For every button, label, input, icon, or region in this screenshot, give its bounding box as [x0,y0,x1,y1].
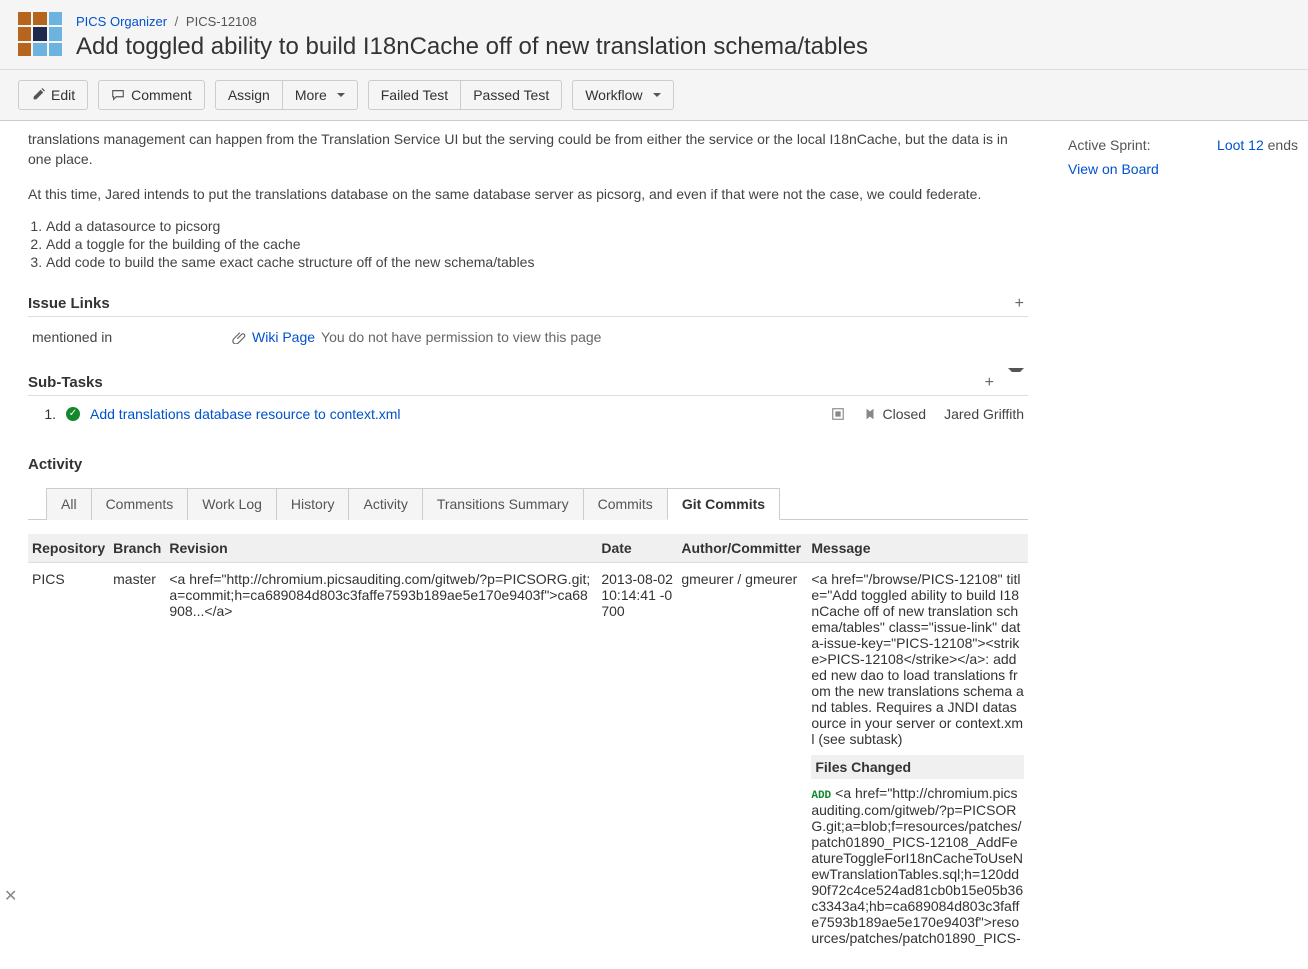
breadcrumb: PICS Organizer / PICS-12108 [76,12,868,29]
tab-git-commits[interactable]: Git Commits [667,488,780,520]
description-para: translations management can happen from … [28,129,1028,170]
assign-button[interactable]: Assign [215,80,283,110]
project-avatar [18,12,62,56]
cell-revision: <a href="http://chromium.picsauditing.co… [165,562,597,950]
activity-tabs: All Comments Work Log History Activity T… [28,487,1028,520]
cell-date: 2013-08-02 10:14:41 -0700 [597,562,677,950]
view-on-board-link[interactable]: View on Board [1068,161,1159,177]
cell-repo: PICS [28,562,109,950]
activity-module: Activity All Comments Work Log History A… [28,456,1028,950]
subtask-row: 1. ✓ Add translations database resource … [28,396,1028,432]
tab-history[interactable]: History [276,488,350,520]
col-branch: Branch [109,534,165,563]
cell-author: gmeurer / gmeurer [677,562,807,950]
add-subtask-icon[interactable]: + [981,373,998,393]
permission-note: You do not have permission to view this … [321,329,601,345]
subtasks-module: Sub-Tasks + 1. ✓ Add translations databa… [28,373,1028,432]
description: translations management can happen from … [28,129,1028,270]
active-sprint-label: Active Sprint: [1068,137,1150,153]
chevron-down-icon [337,93,345,97]
add-link-icon[interactable]: + [1011,294,1028,314]
tab-transitions[interactable]: Transitions Summary [422,488,584,520]
passed-test-button[interactable]: Passed Test [461,80,562,110]
issue-links-header: Issue Links [28,295,1011,312]
col-revision: Revision [165,534,597,563]
subtask-type-icon [831,407,845,421]
project-link[interactable]: PICS Organizer [76,14,167,29]
more-button[interactable]: More [283,80,358,110]
col-repository: Repository [28,534,109,563]
description-list-item: Add a datasource to picsorg [46,218,1028,234]
issue-links-module: Issue Links + mentioned in Wiki Page You… [28,294,1028,349]
link-type: mentioned in [32,329,232,345]
issue-link-row: mentioned in Wiki Page You do not have p… [28,317,1028,349]
attachment-icon [232,330,246,344]
activity-header: Activity [28,456,1028,473]
git-commits-table: Repository Branch Revision Date Author/C… [28,534,1028,950]
wiki-page-link[interactable]: Wiki Page [252,329,315,345]
comment-icon [111,88,125,102]
file-path: <a href="http://chromium.picsauditing.co… [811,785,1023,946]
workflow-button[interactable]: Workflow [572,80,673,110]
sidebar: Active Sprint: Loot 12 ends View on Boar… [1058,121,1308,969]
subtask-menu-icon[interactable] [1004,373,1028,393]
page-title: Add toggled ability to build I18nCache o… [76,33,868,61]
tab-comments[interactable]: Comments [91,488,189,520]
subtasks-header: Sub-Tasks [28,374,981,391]
description-list-item: Add code to build the same exact cache s… [46,254,1028,270]
tab-worklog[interactable]: Work Log [187,488,277,520]
sprint-link[interactable]: Loot 12 [1217,137,1264,153]
comment-button[interactable]: Comment [98,80,205,110]
cell-branch: master [109,562,165,950]
col-date: Date [597,534,677,563]
tab-commits[interactable]: Commits [583,488,668,520]
add-tag: ADD [811,790,831,802]
pencil-icon [31,88,45,102]
failed-test-button[interactable]: Failed Test [368,80,461,110]
col-message: Message [807,534,1028,563]
cell-message: <a href="/browse/PICS-12108" title="Add … [807,562,1028,950]
status-check-icon: ✓ [66,407,80,421]
tab-all[interactable]: All [46,488,92,520]
subtask-assignee: Jared Griffith [944,406,1024,422]
description-para: At this time, Jared intends to put the t… [28,184,1028,204]
priority-icon [863,407,877,421]
issue-key: PICS-12108 [186,14,257,29]
close-icon[interactable]: ✕ [4,886,17,906]
sprint-ends: ends [1268,137,1298,153]
commit-row: PICS master <a href="http://chromium.pic… [28,562,1028,950]
commit-message: <a href="/browse/PICS-12108" title="Add … [811,571,1024,747]
description-list-item: Add a toggle for the building of the cac… [46,236,1028,252]
edit-label: Edit [51,87,75,103]
col-author: Author/Committer [677,534,807,563]
edit-button[interactable]: Edit [18,80,88,110]
tab-activity[interactable]: Activity [348,488,422,520]
subtask-num: 1. [32,406,56,422]
comment-label: Comment [131,87,192,103]
issue-header: PICS Organizer / PICS-12108 Add toggled … [0,0,1308,70]
files-changed-header: Files Changed [811,755,1024,779]
subtask-link[interactable]: Add translations database resource to co… [90,406,821,422]
toolbar: Edit Comment Assign More Failed Test Pas… [0,70,1308,121]
chevron-down-icon [653,93,661,97]
subtask-status: Closed [883,406,927,422]
